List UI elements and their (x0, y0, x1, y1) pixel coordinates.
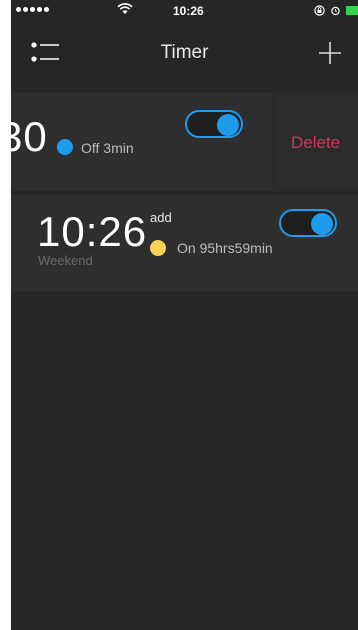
plus-icon[interactable] (317, 40, 343, 66)
timer-time: 10:26 (37, 208, 148, 255)
delete-label: Delete (291, 133, 341, 152)
timer-toggle[interactable] (279, 209, 337, 237)
timer-toggle[interactable] (185, 110, 243, 138)
status-time: 10:26 (173, 4, 204, 18)
page-title: Timer (160, 42, 209, 63)
timer-row[interactable]: 10:26 Weekend add On 95hrs59min (11, 194, 358, 291)
list-menu-icon[interactable] (30, 40, 60, 66)
status-dot-icon (150, 240, 166, 256)
timer-status: On 95hrs59min (177, 240, 273, 256)
nav-header: Timer (11, 22, 358, 82)
alarm-clock-icon (331, 6, 340, 16)
status-dot-icon (57, 139, 73, 155)
status-bar: 10:26 (11, 0, 358, 22)
timer-name: add (150, 210, 172, 225)
signal-strength-icon (16, 7, 49, 12)
rotation-lock-icon (314, 5, 325, 16)
toggle-knob (217, 114, 239, 136)
timer-status: Off 3min (81, 140, 134, 156)
battery-icon (346, 6, 358, 15)
delete-button[interactable]: Delete (273, 93, 358, 191)
wifi-icon (117, 3, 133, 14)
timer-repeat: Weekend (38, 253, 93, 268)
timer-row[interactable]: 30 Off 3min Delete (11, 93, 358, 191)
toggle-knob (311, 213, 333, 235)
app-screen: 10:26 Timer 30 Off 3min (11, 0, 358, 630)
timer-time: 30 (11, 113, 48, 160)
